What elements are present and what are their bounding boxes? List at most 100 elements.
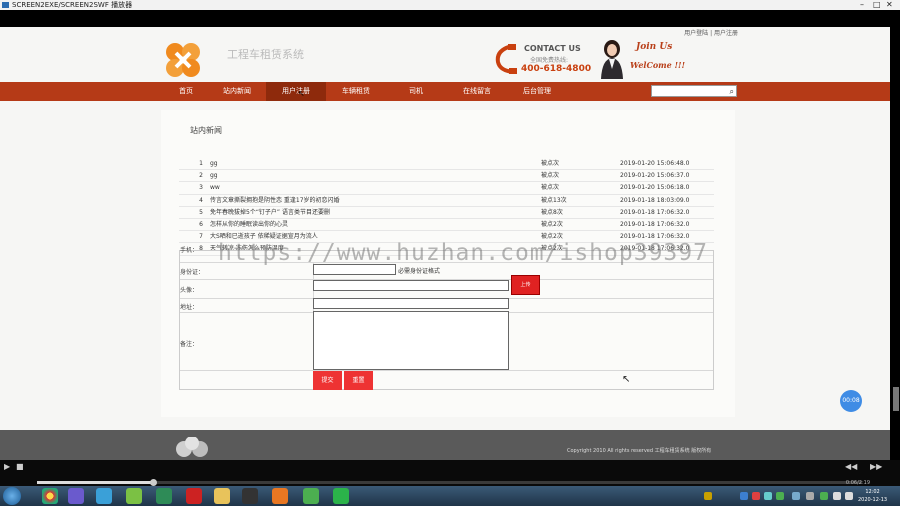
news-title[interactable]: 免年春晚拔掉5个“钉子户” 语言类节目还要删 — [210, 207, 330, 219]
news-title[interactable]: gg — [210, 170, 218, 182]
tray-icon[interactable] — [740, 492, 748, 500]
submit-button[interactable]: 提交 — [313, 371, 342, 390]
news-date: 2019-01-20 15:06:48.0 — [620, 160, 690, 167]
news-num: 1 — [199, 160, 203, 167]
window-title: SCREEN2EXE/SCREEN2SWF 播放器 — [12, 1, 133, 9]
idcard-hint: 必需身份证格式 — [398, 268, 441, 275]
tray-icon[interactable] — [820, 492, 828, 500]
idcard-label: 身份证： — [180, 269, 205, 276]
excel-icon[interactable] — [156, 488, 172, 504]
mouse-cursor-icon: ↖ — [298, 89, 305, 98]
news-date: 2019-01-20 15:06:37.0 — [620, 172, 690, 180]
news-clicks: 被点次 — [541, 184, 560, 192]
news-title[interactable]: gg — [210, 158, 218, 170]
news-date: 2019-01-18 18:03:09.0 — [620, 196, 690, 204]
app-icon[interactable] — [333, 488, 349, 504]
network-icon[interactable] — [833, 492, 841, 500]
playback-knob[interactable] — [149, 479, 157, 486]
news-num: 7 — [199, 233, 203, 241]
news-title[interactable]: 怎样从你的睡眠读出你的心灵 — [210, 219, 288, 231]
contact-us-label: CONTACT US — [524, 44, 581, 53]
nav-message[interactable]: 在线留言 — [450, 82, 504, 101]
scrollbar-thumb[interactable] — [893, 387, 899, 411]
news-clicks: 被点13次 — [541, 196, 567, 204]
news-clicks: 被点8次 — [541, 208, 563, 216]
tray-icon[interactable] — [806, 492, 814, 500]
news-row[interactable]: 6 怎样从你的睡眠读出你的心灵 被点2次 2019-01-18 17:06:32.0 — [179, 219, 714, 232]
news-num: 4 — [199, 196, 203, 204]
remarks-textarea[interactable] — [313, 311, 509, 370]
reset-button[interactable]: 重置 — [344, 371, 373, 390]
avatar-path-input[interactable] — [313, 280, 509, 291]
news-title[interactable]: ww — [210, 182, 220, 194]
taskbar: 12:02 2020-12-13 — [0, 486, 900, 506]
customer-service-image — [601, 40, 623, 79]
nav-admin[interactable]: 后台管理 — [510, 82, 564, 101]
nav-home[interactable]: 首页 — [163, 82, 209, 101]
phone-icon — [495, 44, 517, 74]
nav-register[interactable]: 用户注册 — [266, 82, 326, 101]
address-input[interactable] — [313, 298, 509, 309]
clock-date: 2020-12-13 — [858, 497, 888, 503]
news-section-title: 站内新闻 — [190, 126, 222, 135]
watermark-text: https://www.huzhan.com/ishop39397 — [218, 240, 708, 266]
tray-icon[interactable] — [704, 492, 712, 500]
playback-progress[interactable] — [37, 479, 862, 486]
chrome-icon[interactable] — [42, 488, 58, 504]
welcome-label: WelCome !!! — [630, 60, 686, 70]
play-icon[interactable]: ▶ — [4, 462, 10, 471]
address-label: 地址： — [180, 304, 199, 311]
footer-logo — [176, 437, 208, 457]
maximize-button[interactable]: □ — [873, 0, 881, 10]
news-row[interactable]: 3 ww 被点次 2019-01-20 15:06:18.0 — [179, 182, 714, 195]
tray-icon[interactable] — [776, 492, 784, 500]
nav-news[interactable]: 站内新闻 — [211, 82, 263, 101]
mouse-cursor-icon: ↖ — [622, 374, 631, 385]
wechat-icon[interactable] — [303, 488, 319, 504]
news-row[interactable]: 1 gg 被点次 2019-01-20 15:06:48.0 — [179, 158, 714, 171]
upload-button[interactable]: 上传 — [511, 275, 540, 295]
tray-icon[interactable] — [764, 492, 772, 500]
tray-icon[interactable] — [752, 492, 760, 500]
app-icon[interactable] — [272, 488, 288, 504]
app-icon[interactable] — [126, 488, 142, 504]
news-row[interactable]: 2 gg 被点次 2019-01-20 15:06:37.0 — [179, 170, 714, 183]
news-title[interactable]: 传言文章撕裂拥抱是阴性恋 重逢17岁的初恋闪婚 — [210, 195, 340, 207]
close-button[interactable]: ✕ — [886, 0, 893, 10]
news-clicks: 被点次 — [541, 172, 560, 180]
player-bar: ▶ ■ ◀◀ ▶▶ 0:06/2:19 — [0, 460, 900, 486]
search-icon[interactable]: ⌕ — [730, 86, 734, 97]
news-date: 2019-01-18 17:06:32.0 — [620, 220, 690, 228]
forward-icon[interactable]: ▶▶ — [870, 462, 882, 471]
app-icon[interactable] — [68, 488, 84, 504]
clock-time: 12:02 — [865, 489, 880, 495]
timer-bubble[interactable]: 00:08 — [840, 390, 862, 412]
playback-progress-fill — [37, 481, 153, 484]
search-input[interactable]: ⌕ — [651, 85, 737, 97]
start-button[interactable] — [3, 487, 21, 505]
flash-icon[interactable] — [186, 488, 202, 504]
top-links[interactable]: 用户登陆 | 用户注册 — [684, 28, 738, 37]
phone-label: 手机： — [180, 247, 199, 254]
news-clicks: 被点次 — [541, 160, 560, 167]
tray-icon[interactable] — [792, 492, 800, 500]
news-row[interactable]: 4 传言文章撕裂拥抱是阴性恋 重逢17岁的初恋闪婚 被点13次 2019-01-18 … — [179, 195, 714, 207]
nav-driver[interactable]: 司机 — [392, 82, 440, 101]
page-scrollbar[interactable] — [890, 27, 900, 460]
volume-icon[interactable] — [845, 492, 853, 500]
main-nav: 首页 站内新闻 用户注册 车辆租赁 司机 在线留言 后台管理 ⌕ — [0, 82, 890, 101]
minimize-button[interactable]: – — [860, 0, 864, 10]
window-titlebar: SCREEN2EXE/SCREEN2SWF 播放器 – □ ✕ — [0, 0, 900, 10]
stop-icon[interactable]: ■ — [16, 462, 24, 471]
news-num: 6 — [199, 220, 203, 228]
qq-icon[interactable] — [242, 488, 258, 504]
avatar-label: 头像： — [180, 287, 199, 294]
explorer-icon[interactable] — [96, 488, 112, 504]
clock[interactable]: 12:02 2020-12-13 — [858, 488, 887, 504]
news-row[interactable]: 5 免年春晚拔掉5个“钉子户” 语言类节目还要删 被点8次 2019-01-18 17… — [179, 207, 714, 219]
nav-vehicle-rental[interactable]: 车辆租赁 — [329, 82, 383, 101]
rewind-icon[interactable]: ◀◀ — [845, 462, 857, 471]
free-hotline-label: 全国免费热线: — [530, 57, 569, 64]
folder-icon[interactable] — [214, 488, 230, 504]
news-date: 2019-01-20 15:06:18.0 — [620, 184, 690, 192]
